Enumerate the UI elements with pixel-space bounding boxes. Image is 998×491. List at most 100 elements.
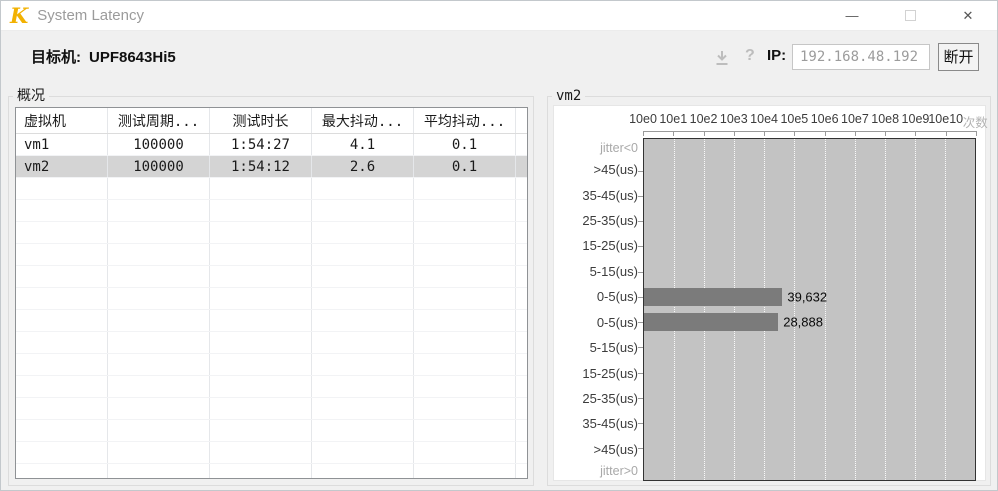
table-cell-empty <box>210 376 312 397</box>
table-cell-empty <box>16 442 108 463</box>
table-row-empty <box>16 288 527 310</box>
ip-input[interactable] <box>792 44 930 70</box>
toolbar: 目标机:UPF8643Hi5 ? IP: 断开 <box>1 32 997 81</box>
table-cell-empty <box>312 266 414 287</box>
column-header: 平均抖动... <box>414 108 516 133</box>
table-cell-empty <box>414 442 516 463</box>
table-cell-filler <box>516 134 527 155</box>
target-machine-label: 目标机: <box>31 49 81 66</box>
x-axis-tick <box>855 132 856 136</box>
help-icon[interactable]: ? <box>745 47 755 65</box>
table-cell-empty <box>516 266 527 287</box>
plot-row <box>644 234 975 259</box>
table-cell-empty <box>414 200 516 221</box>
table-cell-empty <box>516 354 527 375</box>
table-cell-empty <box>108 420 210 441</box>
table-row[interactable]: vm21000001:54:122.60.1 <box>16 156 527 178</box>
column-header-filler <box>516 108 527 133</box>
y-axis-tick <box>638 347 643 348</box>
y-axis-tick <box>638 423 643 424</box>
app-window: K System Latency — ✕ 目标机:UPF8643Hi5 ? IP… <box>0 0 998 491</box>
x-axis-unit-label: 次数 <box>963 112 988 131</box>
y-axis-label: 15-25(us) <box>554 360 638 385</box>
plot-row <box>644 158 975 183</box>
table-row[interactable]: vm11000001:54:274.10.1 <box>16 134 527 156</box>
table-header-row: 虚拟机测试周期...测试时长最大抖动...平均抖动... <box>16 108 527 134</box>
table-row-empty <box>16 178 527 200</box>
plot-row: 39,632 <box>644 284 975 309</box>
table-cell-empty <box>312 398 414 419</box>
table-cell: 4.1 <box>312 134 414 155</box>
y-axis-tick <box>638 322 643 323</box>
table-cell-empty <box>312 376 414 397</box>
jitter-histogram-chart: 10e010e110e210e310e410e510e610e710e810e9… <box>553 105 986 481</box>
x-axis-tick <box>764 132 765 136</box>
table-cell-empty <box>108 332 210 353</box>
table-cell-empty <box>414 354 516 375</box>
y-axis-tick <box>638 297 643 298</box>
table-cell-empty <box>516 420 527 441</box>
x-axis-tick <box>794 132 795 136</box>
table-cell-empty <box>210 442 312 463</box>
overview-table: 虚拟机测试周期...测试时长最大抖动...平均抖动... vm11000001:… <box>15 107 528 479</box>
y-axis-label: 5-15(us) <box>554 335 638 360</box>
table-cell: 0.1 <box>414 156 516 177</box>
table-row-empty <box>16 354 527 376</box>
table-cell-empty <box>210 266 312 287</box>
x-axis-tick <box>885 132 886 136</box>
table-cell-empty <box>210 354 312 375</box>
x-axis-tick-label: 10e5 <box>780 112 808 126</box>
table-row-empty <box>16 398 527 420</box>
download-icon[interactable] <box>713 49 731 67</box>
x-axis-tick-label: 10e2 <box>690 112 718 126</box>
table-cell-empty <box>312 332 414 353</box>
close-button[interactable]: ✕ <box>939 1 997 30</box>
table-cell-empty <box>312 354 414 375</box>
x-axis-tick-label: 10e4 <box>750 112 778 126</box>
y-axis-label: 5-15(us) <box>554 259 638 284</box>
table-row-empty <box>16 442 527 464</box>
table-row-empty <box>16 332 527 354</box>
histogram-bar <box>644 288 782 306</box>
table-cell-empty <box>210 244 312 265</box>
plot-row: 28,888 <box>644 310 975 335</box>
table-cell-empty <box>16 310 108 331</box>
table-cell-empty <box>108 178 210 199</box>
y-axis-tick <box>638 272 643 273</box>
table-cell-empty <box>16 222 108 243</box>
x-axis-tick <box>704 132 705 136</box>
plot-area: 39,63228,888 <box>643 138 976 481</box>
histogram-bar <box>644 313 778 331</box>
app-logo-icon: K <box>10 5 28 26</box>
table-cell: 100000 <box>108 156 210 177</box>
table-cell-empty <box>312 178 414 199</box>
table-cell-empty <box>414 244 516 265</box>
table-cell-empty <box>516 178 527 199</box>
y-axis-label: 25-35(us) <box>554 208 638 233</box>
y-axis-tick <box>638 171 643 172</box>
table-cell-empty <box>414 398 516 419</box>
target-machine: 目标机: UPF8643Hi5 <box>31 46 176 67</box>
close-icon: ✕ <box>963 8 974 24</box>
table-cell-empty <box>414 178 516 199</box>
plot-row <box>644 385 975 410</box>
table-cell: vm1 <box>16 134 108 155</box>
table-cell: 0.1 <box>414 134 516 155</box>
table-row-empty <box>16 310 527 332</box>
table-cell-empty <box>414 332 516 353</box>
target-machine-value: UPF8643Hi5 <box>89 49 176 66</box>
minimize-button[interactable]: — <box>823 1 881 30</box>
disconnect-button[interactable]: 断开 <box>938 43 979 71</box>
y-axis-label: 35-45(us) <box>554 411 638 436</box>
table-cell-empty <box>210 178 312 199</box>
table-cell-empty <box>516 376 527 397</box>
x-axis-tick <box>673 132 674 136</box>
table-cell-empty <box>516 244 527 265</box>
table-cell: 1:54:27 <box>210 134 312 155</box>
window-controls: — ✕ <box>823 1 997 30</box>
table-cell-empty <box>210 420 312 441</box>
x-axis-tick <box>946 132 947 136</box>
maximize-button[interactable] <box>881 1 939 30</box>
y-axis-label: >45(us) <box>554 437 638 462</box>
y-axis-tick <box>638 398 643 399</box>
